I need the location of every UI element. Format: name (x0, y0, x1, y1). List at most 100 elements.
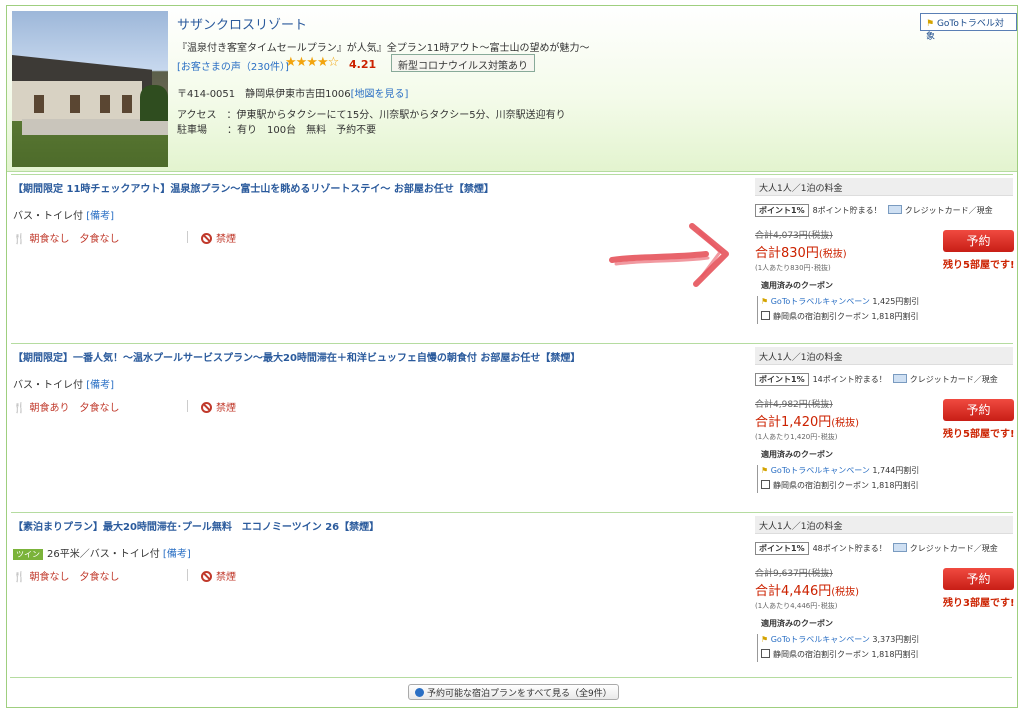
hotel-header: サザンクロスリゾート 『温泉付き客室タイムセールプラン』が人気』全プラン11時ア… (7, 6, 1017, 172)
total-price: 合計4,446円(税抜) (755, 580, 859, 599)
rating-stars-icon: ★★★★☆ (285, 55, 339, 70)
smoking-info: 禁煙 (201, 568, 236, 583)
payment-methods: クレジットカード／現金 (904, 206, 993, 215)
prefecture-coupon-name: 静岡県の宿泊割引クーポン (773, 312, 869, 321)
goto-campaign-link[interactable]: GoToトラベルキャンペーン (771, 635, 870, 644)
hotel-access: アクセス ：伊東駅からタクシーにて15分、川奈駅からタクシー5分、川奈駅送迎有り (177, 110, 566, 121)
meal-text: 朝食なし 夕食なし (29, 572, 120, 583)
meal-info: 🍴 朝食なし 夕食なし (13, 568, 119, 583)
plan-title-link[interactable]: 【期間限定 11時チェックアウト】温泉旅プラン〜富士山を眺めるリゾートステイ〜 … (13, 180, 494, 195)
book-button[interactable]: 予約 (943, 230, 1014, 252)
plan-title-link[interactable]: 【期間限定】一番人気！〜温水プールサービスプラン〜最大20時間滞在＋和洋ビュッフ… (13, 349, 580, 364)
coupon-icon (761, 649, 770, 658)
flag-icon: ⚑ (761, 297, 769, 306)
covid-measures-badge[interactable]: 新型コロナウイルス対策あり (391, 54, 535, 72)
total-amount: 4,446円 (781, 584, 832, 599)
total-label: 合計 (755, 415, 782, 430)
flag-icon: ⚑ (761, 635, 769, 644)
plan-row: 【期間限定】一番人気！〜温水プールサービスプラン〜最大20時間滞在＋和洋ビュッフ… (11, 343, 1015, 511)
meal-info: 🍴 朝食あり 夕食なし (13, 399, 119, 414)
room-facilities: 26平米／バス・トイレ付 (47, 549, 160, 560)
coupon-icon (761, 311, 770, 320)
divider (187, 231, 188, 243)
plan-title-link[interactable]: 【素泊まりプラン】最大20時間滞在･プール無料 エコノミーツイン 26【禁煙】 (13, 518, 379, 533)
meal-info: 🍴 朝食なし 夕食なし (13, 230, 119, 245)
coupon-heading: 適用済みのクーポン (761, 450, 833, 459)
total-amount: 1,420円 (781, 415, 832, 430)
goto-discount: 1,744円割引 (872, 466, 920, 475)
show-all-plans-label: 予約可能な宿泊プランをすべて見る（全9件） (427, 689, 612, 699)
address-text: 〒414-0051 静岡県伊東市吉田1006 (177, 89, 351, 100)
book-button[interactable]: 予約 (943, 399, 1014, 421)
goto-campaign-link[interactable]: GoToトラベルキャンペーン (771, 466, 870, 475)
plan-note-link[interactable]: [備考] (86, 211, 114, 222)
flag-icon: ⚑ (926, 19, 935, 29)
tax-note: (税抜) (818, 249, 847, 260)
smoking-text: 禁煙 (216, 234, 236, 245)
tax-note: (税抜) (831, 587, 860, 598)
fork-knife-icon: 🍴 (13, 403, 26, 414)
original-price: 合計4,982円(税抜) (755, 400, 833, 410)
flag-icon: ⚑ (761, 466, 769, 475)
hotel-parking: 駐車場 ：有り 100台 無料 予約不要 (177, 125, 377, 136)
payment-methods: クレジットカード／現金 (909, 375, 998, 384)
tax-note: (税抜) (831, 418, 860, 429)
prefecture-coupon: 静岡県の宿泊割引クーポン 1,818円割引 (761, 649, 918, 660)
price-header: 大人1人／1泊の料金 (755, 178, 1013, 196)
original-price: 合計9,637円(税抜) (755, 569, 833, 579)
credit-card-icon (892, 543, 907, 552)
coupon-divider (757, 296, 758, 324)
goto-campaign-link[interactable]: GoToトラベルキャンペーン (771, 297, 870, 306)
divider (187, 400, 188, 412)
total-label: 合計 (755, 584, 782, 599)
prefecture-coupon: 静岡県の宿泊割引クーポン 1,818円割引 (761, 311, 918, 322)
meal-text: 朝食あり 夕食なし (29, 403, 120, 414)
goto-badge-label: GoToトラベル対象 (926, 19, 1004, 42)
coupon-divider (757, 634, 758, 662)
points-badge: ポイント1% (755, 373, 809, 386)
prefecture-discount: 1,818円割引 (871, 312, 919, 321)
hotel-card: サザンクロスリゾート 『温泉付き客室タイムセールプラン』が人気』全プラン11時ア… (6, 5, 1018, 708)
goto-coupon: ⚑ GoToトラベルキャンペーン 1,425円割引 (761, 296, 919, 307)
meal-text: 朝食なし 夕食なし (29, 234, 120, 245)
fork-knife-icon: 🍴 (13, 234, 26, 245)
annotation-arrow-icon (609, 223, 729, 287)
plan-note-link[interactable]: [備考] (163, 549, 191, 560)
map-link[interactable]: [地図を見る] (351, 89, 409, 100)
points-info: ポイント1% 14ポイント貯まる！ クレジットカード／現金 (755, 373, 1013, 387)
hotel-name-link[interactable]: サザンクロスリゾート (177, 14, 307, 33)
points-text: 8ポイント貯まる！ (812, 206, 882, 215)
price-header: 大人1人／1泊の料金 (755, 516, 1013, 534)
payment-methods: クレジットカード／現金 (909, 544, 998, 553)
goto-discount: 3,373円割引 (872, 635, 920, 644)
price-header: 大人1人／1泊の料金 (755, 347, 1013, 365)
price-panel: 大人1人／1泊の料金 ポイント1% 8ポイント貯まる！ クレジットカード／現金 合計… (755, 178, 1015, 324)
rooms-left: 残り3部屋です! (943, 598, 1015, 609)
plan-note-link[interactable]: [備考] (86, 380, 114, 391)
goto-travel-badge[interactable]: ⚑ GoToトラベル対象 (920, 13, 1017, 42)
hotel-photo[interactable] (12, 11, 168, 167)
show-all-plans-button[interactable]: 予約可能な宿泊プランをすべて見る（全9件） (408, 684, 619, 700)
per-person-price: (1人あたり1,420円･税抜) (755, 433, 838, 441)
no-smoking-icon (201, 233, 212, 244)
hotel-address: 〒414-0051 静岡県伊東市吉田1006[地図を見る] (177, 85, 408, 100)
plan-row: 【素泊まりプラン】最大20時間滞在･プール無料 エコノミーツイン 26【禁煙】 … (11, 512, 1015, 682)
total-price: 合計1,420円(税抜) (755, 411, 859, 430)
coupon-icon (761, 480, 770, 489)
rating-score: 4.21 (349, 58, 377, 71)
circle-arrow-icon (415, 688, 424, 697)
smoking-text: 禁煙 (216, 403, 236, 414)
points-info: ポイント1% 8ポイント貯まる！ クレジットカード／現金 (755, 204, 1013, 218)
prefecture-discount: 1,818円割引 (871, 650, 919, 659)
fork-knife-icon: 🍴 (13, 572, 26, 583)
points-badge: ポイント1% (755, 542, 809, 555)
per-person-price: (1人あたり4,446円･税抜) (755, 602, 838, 610)
room-facilities: バス・トイレ付 (13, 380, 83, 391)
goto-discount: 1,425円割引 (872, 297, 920, 306)
smoking-info: 禁煙 (201, 399, 236, 414)
footer-divider (10, 677, 1012, 678)
points-text: 48ポイント貯まる！ (812, 544, 887, 553)
book-button[interactable]: 予約 (943, 568, 1014, 590)
reviews-link[interactable]: [お客さまの声（230件）] (177, 58, 289, 73)
total-amount: 830円 (781, 246, 819, 261)
